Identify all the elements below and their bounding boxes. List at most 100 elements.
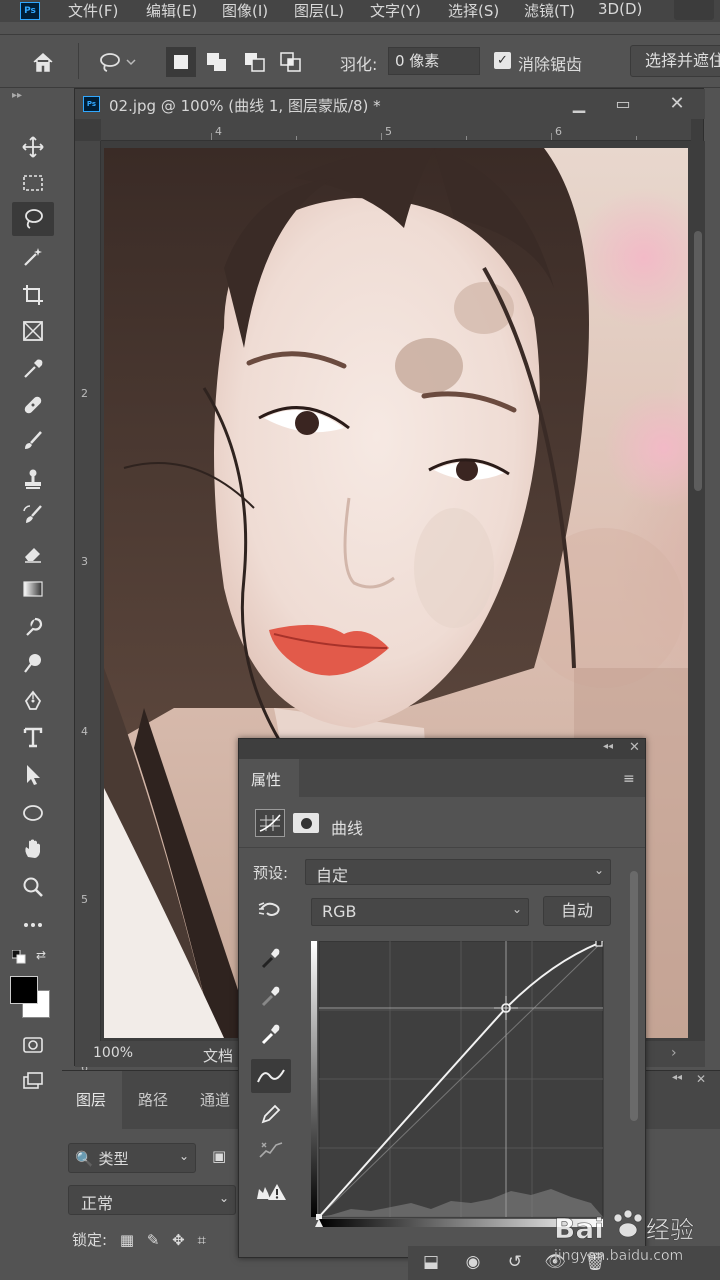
history-brush-icon[interactable] bbox=[12, 498, 54, 532]
path-select-icon[interactable] bbox=[12, 758, 54, 792]
curves-graph[interactable] bbox=[311, 941, 605, 1227]
search-icon: 🔍 bbox=[75, 1150, 94, 1168]
ruler-label: 4 bbox=[81, 725, 88, 738]
scroll-right-icon[interactable]: › bbox=[671, 1045, 677, 1061]
curve-point-tool-icon[interactable] bbox=[251, 1059, 291, 1093]
panel-collapse-icon[interactable]: ◂◂ bbox=[672, 1072, 682, 1083]
magic-wand-icon[interactable] bbox=[12, 240, 54, 274]
hand-icon[interactable] bbox=[12, 832, 54, 866]
view-previous-state-icon[interactable]: ◉ bbox=[460, 1252, 486, 1274]
blend-mode-value: 正常 bbox=[81, 1194, 114, 1213]
screen-mode-icon[interactable] bbox=[12, 1064, 54, 1098]
sample-white-eyedropper-icon[interactable] bbox=[251, 1017, 291, 1051]
curve-point[interactable] bbox=[595, 941, 603, 947]
panel-header[interactable]: ◂◂ ✕ bbox=[239, 739, 645, 759]
curves-adjustment-icon[interactable] bbox=[255, 809, 285, 837]
add-selection-icon[interactable] bbox=[202, 47, 232, 77]
stamp-icon[interactable] bbox=[12, 462, 54, 496]
maximize-icon[interactable]: ▭ bbox=[611, 91, 635, 115]
menu-edit[interactable]: 编辑(E) bbox=[146, 0, 197, 21]
crop-icon[interactable] bbox=[12, 278, 54, 312]
menu-layer[interactable]: 图层(L) bbox=[294, 0, 344, 21]
menu-filter[interactable]: 滤镜(T) bbox=[524, 0, 575, 21]
ellipse-icon[interactable] bbox=[12, 796, 54, 830]
type-icon[interactable] bbox=[12, 720, 54, 754]
move-icon[interactable] bbox=[12, 130, 54, 164]
healing-icon[interactable] bbox=[12, 388, 54, 422]
pencil-icon[interactable] bbox=[251, 1097, 291, 1131]
channel-select[interactable]: RGB ⌄ bbox=[311, 898, 529, 926]
layer-filter-select[interactable]: 🔍 类型 ⌄ bbox=[68, 1143, 196, 1173]
smooth-curve-icon[interactable] bbox=[251, 1133, 291, 1167]
preset-select[interactable]: 自定 ⌄ bbox=[305, 859, 611, 885]
sample-black-eyedropper-icon[interactable] bbox=[251, 941, 291, 975]
image-filter-icon[interactable]: ▣ bbox=[212, 1147, 226, 1165]
gradient-icon[interactable] bbox=[12, 572, 54, 606]
eyedropper-icon[interactable] bbox=[12, 352, 54, 386]
blur-icon[interactable] bbox=[12, 610, 54, 644]
scrollbar-thumb[interactable] bbox=[694, 231, 702, 491]
subtract-selection-icon[interactable] bbox=[240, 47, 270, 77]
more-icon[interactable] bbox=[12, 908, 54, 942]
home-icon[interactable] bbox=[28, 47, 58, 77]
auto-button[interactable]: 自动 bbox=[543, 896, 611, 926]
properties-scrollbar[interactable] bbox=[627, 851, 641, 1251]
zoom-icon[interactable] bbox=[12, 870, 54, 904]
select-and-mask-button[interactable]: 选择并遮住... bbox=[630, 45, 720, 77]
menu-type[interactable]: 文字(Y) bbox=[370, 0, 421, 21]
lasso-icon[interactable] bbox=[12, 202, 54, 236]
panel-close-icon[interactable]: ✕ bbox=[696, 1072, 706, 1086]
toolbar-collapse-icon[interactable]: ▸▸ bbox=[12, 90, 22, 101]
menu-file[interactable]: 文件(F) bbox=[68, 0, 118, 21]
ruler-label: 6 bbox=[555, 125, 562, 138]
marquee-icon[interactable] bbox=[12, 166, 54, 200]
layer-mask-icon[interactable] bbox=[293, 813, 319, 833]
blend-mode-select[interactable]: 正常 ⌄ bbox=[68, 1185, 236, 1215]
brush-icon[interactable] bbox=[12, 424, 54, 458]
intersect-selection-icon[interactable] bbox=[276, 47, 306, 77]
panel-collapse-icon[interactable]: ◂◂ bbox=[603, 741, 613, 752]
ruler-label: 4 bbox=[215, 125, 222, 138]
menu-image[interactable]: 图像(I) bbox=[222, 0, 268, 21]
lock-transparency-icon[interactable]: ▦ bbox=[120, 1231, 134, 1249]
options-bar: 羽化: 0 像素 ✓ 消除锯齿 选择并遮住... bbox=[0, 34, 720, 88]
menu-select[interactable]: 选择(S) bbox=[448, 0, 499, 21]
scrollbar-thumb[interactable] bbox=[630, 871, 638, 1121]
eraser-icon[interactable] bbox=[12, 536, 54, 570]
foreground-color-swatch[interactable] bbox=[10, 976, 38, 1004]
tab-paths[interactable]: 路径 bbox=[138, 1089, 168, 1110]
quick-mask-icon[interactable] bbox=[12, 1028, 54, 1062]
clipping-warning-icon[interactable] bbox=[251, 1175, 291, 1209]
lock-position-icon[interactable]: ✥ bbox=[172, 1231, 185, 1249]
clip-to-layer-icon[interactable]: ⬓ bbox=[418, 1252, 444, 1274]
dodge-icon[interactable] bbox=[12, 646, 54, 680]
default-colors-icon[interactable] bbox=[11, 949, 26, 964]
menu-3d[interactable]: 3D(D) bbox=[598, 0, 642, 18]
new-selection-icon[interactable] bbox=[166, 47, 196, 77]
swap-colors-icon[interactable]: ⇄ bbox=[36, 948, 52, 964]
chevron-down-icon: ⌄ bbox=[511, 902, 522, 916]
sample-gray-eyedropper-icon[interactable] bbox=[251, 979, 291, 1013]
feather-input[interactable]: 0 像素 bbox=[388, 47, 480, 75]
tab-properties[interactable]: 属性 bbox=[239, 759, 299, 797]
vertical-ruler: 2 3 4 5 6 bbox=[75, 141, 101, 1074]
antialias-checkbox[interactable]: ✓ bbox=[494, 52, 511, 69]
minimize-icon[interactable]: ▁ bbox=[567, 91, 591, 115]
pen-icon[interactable] bbox=[12, 684, 54, 718]
tab-layers[interactable]: 图层 bbox=[62, 1071, 122, 1129]
panel-close-icon[interactable]: ✕ bbox=[629, 740, 640, 755]
tab-channels[interactable]: 通道 bbox=[200, 1089, 230, 1110]
menu-window-control[interactable] bbox=[674, 0, 714, 20]
document-info-label[interactable]: 文档 bbox=[203, 1045, 233, 1066]
panel-menu-icon[interactable]: ≡ bbox=[623, 771, 635, 787]
close-icon[interactable]: ✕ bbox=[665, 91, 689, 115]
vertical-scrollbar[interactable] bbox=[691, 141, 705, 1043]
document-tab[interactable]: Ps 02.jpg @ 100% (曲线 1, 图层蒙版/8) * ▁ ▭ ✕ bbox=[75, 89, 705, 119]
frame-icon[interactable] bbox=[12, 314, 54, 348]
lasso-preset-picker[interactable] bbox=[92, 47, 142, 77]
lock-pixels-icon[interactable]: ✎ bbox=[147, 1231, 160, 1249]
lock-artboard-icon[interactable]: ⌗ bbox=[198, 1231, 206, 1249]
on-image-adjust-icon[interactable] bbox=[257, 899, 285, 921]
zoom-level[interactable]: 100% bbox=[93, 1045, 133, 1061]
reset-icon[interactable]: ↺ bbox=[502, 1252, 528, 1274]
